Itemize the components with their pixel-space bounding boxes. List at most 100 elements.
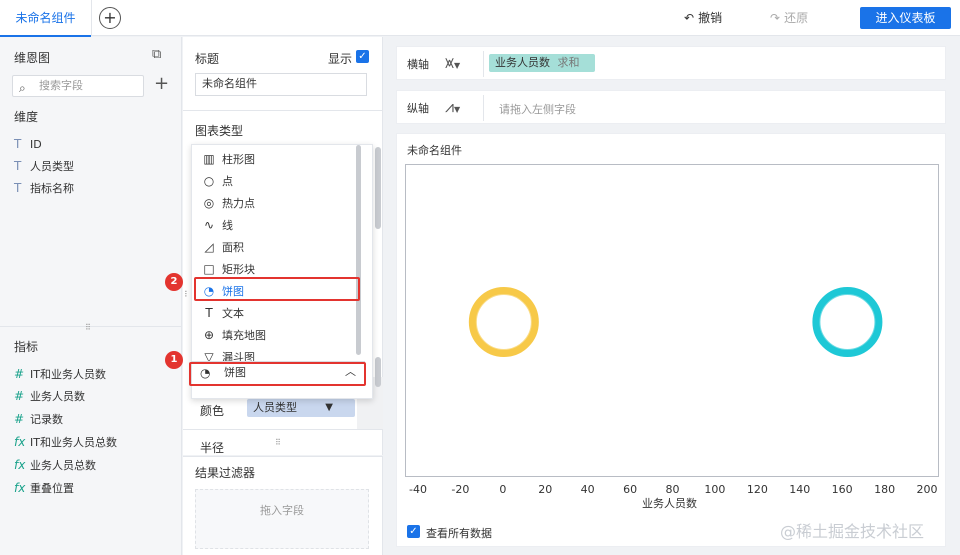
filter-icon[interactable]: ▼ — [325, 399, 333, 417]
metric-item[interactable]: fx IT和业务人员总数 — [14, 434, 117, 450]
x-tick-label: 100 — [704, 483, 726, 496]
add-field-button[interactable]: + — [154, 73, 169, 94]
x-tick-label: 0 — [499, 483, 507, 496]
chart-type-heat-point[interactable]: ◎ 热力点 — [200, 194, 255, 212]
formula-field-icon: fx — [14, 435, 26, 449]
chart-type-text[interactable]: T 文本 — [200, 304, 244, 322]
x-tick-label: 40 — [580, 483, 595, 496]
tab-unnamed-component[interactable]: 未命名组件 — [0, 0, 92, 37]
filter-title: 结果过滤器 — [195, 466, 256, 480]
metric-item[interactable]: fx 业务人员总数 — [14, 457, 96, 473]
watermark: @稀土掘金技术社区 — [780, 522, 925, 541]
x-axis-title: 业务人员数 — [642, 497, 697, 510]
title-label: 标题 — [195, 52, 220, 66]
step-badge-1: 1 — [165, 351, 183, 369]
chart-type-dot[interactable]: ○ 点 — [200, 172, 233, 190]
enter-dashboard-button[interactable]: 进入仪表板 — [860, 7, 951, 29]
metric-item[interactable]: # IT和业务人员数 — [14, 366, 106, 382]
metrics-title: 指标 — [14, 340, 39, 354]
show-title-checkbox[interactable]: ✓ — [356, 50, 369, 63]
axis-separator — [483, 95, 484, 121]
fill-map-icon: ⊕ — [203, 328, 215, 342]
filter-drop-zone[interactable]: 拖入字段 — [195, 489, 369, 549]
ring-marker[interactable] — [812, 287, 883, 357]
x-tick-label: 140 — [789, 483, 811, 496]
chart-type-area[interactable]: ◿ 面积 — [200, 238, 244, 256]
field-panel: 维恩图 ⧉ ⌕ 搜索字段 + 维度 T ID T 人员类型 T 指标名称 ⠿ 指标 #… — [0, 37, 182, 555]
y-axis-type-icon[interactable]: ⩘▼ — [445, 97, 460, 117]
chart-type-label: 图表类型 — [195, 124, 244, 138]
section-divider — [183, 110, 383, 111]
x-tick-label: 200 — [916, 483, 938, 496]
text-field-icon: T — [14, 159, 22, 173]
undo-button[interactable]: ↶ 撤销 — [684, 10, 722, 26]
formula-field-icon: fx — [14, 481, 26, 495]
x-tick-label: 120 — [746, 483, 768, 496]
title-input[interactable]: 未命名组件 — [195, 73, 367, 96]
chart-card: 未命名组件 -40 -20 0 20 40 60 80 100 120 140 160 180 200 … — [396, 133, 946, 547]
undo-icon: ↶ — [684, 11, 695, 25]
show-all-data-checkbox[interactable]: ✓ — [407, 525, 420, 538]
x-tick-label: -20 — [451, 483, 470, 496]
dimension-item[interactable]: T 人员类型 — [14, 158, 74, 174]
highlight-pie-option — [194, 277, 360, 301]
metric-item[interactable]: # 业务人员数 — [14, 388, 85, 404]
y-axis-drop-hint[interactable]: 请拖入左侧字段 — [499, 101, 576, 117]
ring-marker[interactable] — [468, 287, 539, 357]
color-field-pill[interactable]: 人员类型 ▼ — [247, 399, 355, 417]
line-icon: ∿ — [203, 218, 215, 232]
chart-type-bar[interactable]: ▥ 柱形图 — [200, 150, 255, 168]
number-field-icon: # — [14, 412, 25, 426]
config-scrollbar-lower[interactable] — [375, 357, 381, 387]
text-field-icon: T — [14, 181, 22, 195]
config-scrollbar[interactable] — [375, 147, 381, 229]
number-field-icon: # — [14, 367, 25, 381]
heat-point-icon: ◎ — [203, 196, 215, 210]
chart-type-rect[interactable]: □ 矩形块 — [200, 260, 255, 278]
step-badge-2: 2 — [165, 273, 183, 291]
dimension-item[interactable]: T ID — [14, 136, 42, 152]
color-label: 颜色 — [200, 404, 225, 418]
rect-icon: □ — [203, 262, 215, 276]
ring-highlight — [819, 294, 876, 350]
x-axis-row: 横轴 ⩙▼ 业务人员数 求和 — [396, 46, 946, 80]
switch-chart-icon[interactable]: ⧉ — [152, 47, 161, 62]
text-icon: T — [205, 306, 213, 320]
text-field-icon: T — [14, 137, 22, 151]
show-label: 显示 — [328, 52, 353, 66]
panel-divider[interactable] — [0, 326, 182, 327]
x-tick-label: 180 — [874, 483, 896, 496]
chart-type-fill-map[interactable]: ⊕ 填充地图 — [200, 326, 266, 344]
dot-icon: ○ — [203, 174, 215, 188]
redo-icon: ↷ — [770, 11, 781, 25]
redo-button[interactable]: ↷ 还原 — [770, 10, 808, 26]
axis-separator — [483, 51, 484, 77]
filter-panel: 结果过滤器 拖入字段 — [183, 456, 383, 555]
show-all-data-label: 查看所有数据 — [426, 527, 492, 540]
number-field-icon: # — [14, 389, 25, 403]
x-axis-label: 横轴 — [407, 58, 429, 71]
y-axis-label: 纵轴 — [407, 102, 429, 115]
plot-area — [405, 164, 939, 477]
resize-handle-icon[interactable]: ⠇ — [184, 290, 190, 299]
dimension-item[interactable]: T 指标名称 — [14, 180, 74, 196]
x-axis-type-icon[interactable]: ⩙▼ — [445, 53, 460, 73]
search-input[interactable]: ⌕ 搜索字段 — [12, 75, 144, 97]
formula-field-icon: fx — [14, 458, 26, 472]
x-tick-label: -40 — [409, 483, 427, 496]
top-bar: 未命名组件 + ↶ 撤销 ↷ 还原 进入仪表板 — [0, 0, 960, 37]
metric-item[interactable]: # 记录数 — [14, 411, 63, 427]
metric-item[interactable]: fx 重叠位置 — [14, 480, 74, 496]
dimensions-title: 维度 — [14, 110, 39, 124]
dropdown-scrollbar[interactable] — [356, 145, 361, 355]
chart-type-title: 维恩图 — [14, 51, 51, 65]
add-tab-button[interactable]: + — [99, 7, 121, 29]
search-icon: ⌕ — [19, 81, 26, 95]
chart-title: 未命名组件 — [407, 144, 462, 157]
x-axis-field-pill[interactable]: 业务人员数 求和 — [489, 54, 595, 72]
drag-handle-icon[interactable]: ⠿ — [275, 438, 281, 447]
filter-drop-hint: 拖入字段 — [260, 504, 304, 517]
resize-handle-icon[interactable]: ⠿ — [85, 323, 91, 332]
scatter-plot — [468, 287, 883, 357]
chart-type-line[interactable]: ∿ 线 — [200, 216, 233, 234]
